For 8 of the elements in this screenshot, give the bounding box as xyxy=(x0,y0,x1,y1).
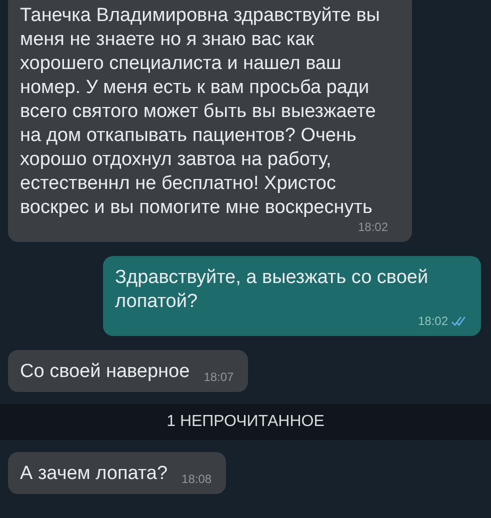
message-time: 18:08 xyxy=(182,472,212,486)
message-time: 18:02 xyxy=(358,220,388,234)
message-text: Со своей наверное xyxy=(20,360,190,384)
message-time: 18:07 xyxy=(204,370,234,384)
message-time: 18:02 xyxy=(418,314,448,328)
message-text: Здравствуйте, а выезжать со своей лопатой? xyxy=(115,266,430,314)
message-text: Танечка Владимировна здравствуйте вы меня не знаете но я знаю вас как хорошего специалиста и нашел ваш номер. У меня есть к вам просьба ради всего святого может быть вы выезжаете на дом откапывать пациентов? Очень хорошо отдохнул завтоа на работу, естественнл не бесплатно! Христос воскрес и вы помогите мне воскреснуть xyxy=(20,4,381,220)
message-text: А зачем лопата? xyxy=(20,462,168,486)
